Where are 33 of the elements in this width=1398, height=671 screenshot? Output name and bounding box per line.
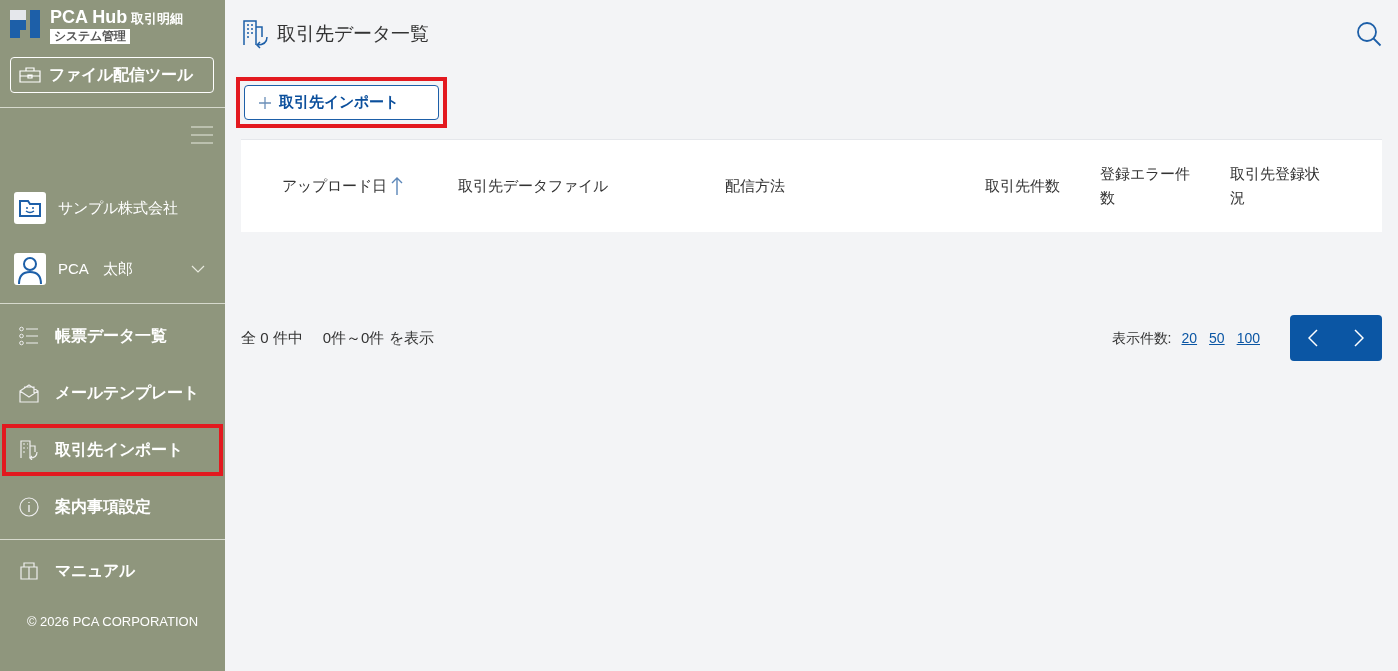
sort-arrow-icon <box>391 177 403 195</box>
previous-icon[interactable] <box>1308 329 1318 347</box>
plus-icon <box>259 96 271 109</box>
edition-label: 取引明細 <box>131 10 184 28</box>
copyright-text: © 2026 PCA CORPORATION <box>25 613 200 631</box>
display-range: 0件～0件 を表示 <box>322 327 435 348</box>
total-count: 全 0 件中 <box>241 327 303 348</box>
import-button[interactable]: 取引先インポート <box>244 85 439 120</box>
user-name: PCA 太郎 <box>58 258 134 279</box>
product-name: PCA Hub <box>50 6 128 28</box>
building-icon <box>19 440 39 460</box>
toolbox-icon <box>19 67 41 83</box>
page-title: 取引先データ一覧 <box>277 21 430 46</box>
column-header[interactable]: 登録エラー件数 <box>1100 162 1230 210</box>
column-header[interactable]: 取引先件数 <box>985 174 1100 198</box>
page-size-link[interactable]: 100 <box>1236 327 1260 349</box>
user-icon <box>14 253 46 285</box>
system-badge: システム管理 <box>50 28 130 44</box>
column-header[interactable]: 取引先データファイル <box>458 174 725 198</box>
page-size-link[interactable]: 50 <box>1209 327 1225 349</box>
column-header[interactable]: 取引先登録状況 <box>1230 162 1370 210</box>
search-icon[interactable] <box>1356 21 1382 47</box>
info-icon <box>19 497 39 517</box>
envelope-icon <box>19 383 39 403</box>
list-icon <box>19 326 39 346</box>
column-header[interactable]: アップロード日 <box>282 174 458 198</box>
next-icon[interactable] <box>1354 329 1364 347</box>
page-size-link[interactable]: 20 <box>1181 327 1198 349</box>
company-name: サンプル株式会社 <box>58 197 178 218</box>
folder-icon <box>14 192 46 224</box>
building-icon <box>241 19 269 49</box>
column-header[interactable]: 配信方法 <box>725 174 985 198</box>
page-size-label: 表示件数: <box>1111 328 1172 348</box>
